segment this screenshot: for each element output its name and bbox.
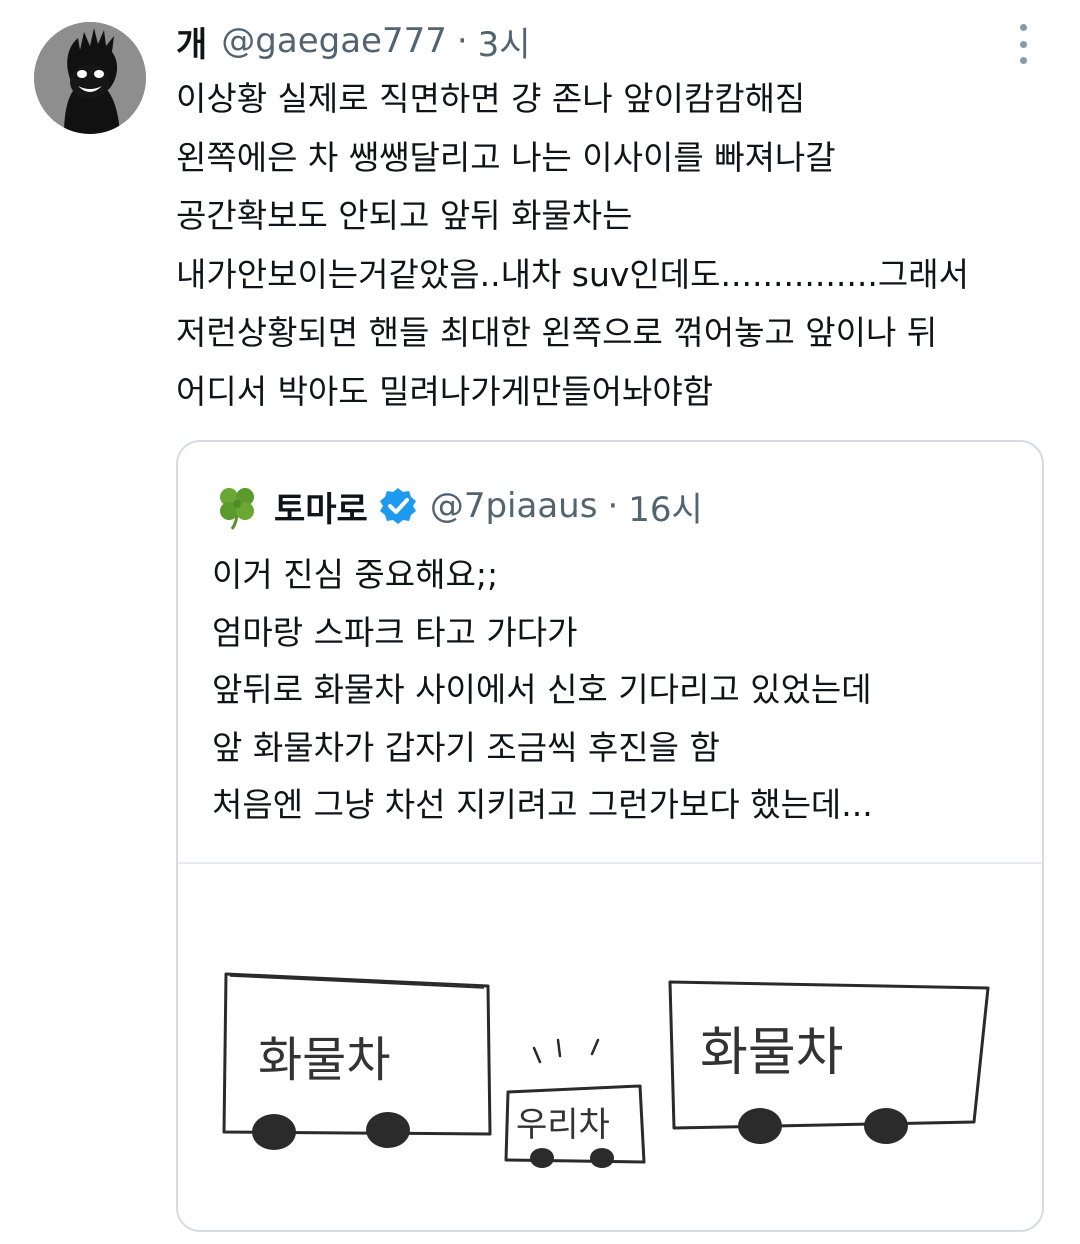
tweet-text-line: 내가안보이는거같았음..내차 suv인데도...............그래서	[176, 254, 969, 294]
four-leaf-clover-icon	[220, 488, 254, 530]
quoted-tweet-text: 이거 진심 중요해요;; 엄마랑 스파크 타고 가다가 앞뒤로 화물차 사이에서…	[212, 546, 1032, 834]
left-truck-label: 화물차	[258, 1032, 390, 1088]
tweet-text-line: 공간확보도 안되고 앞뒤 화물차는	[176, 196, 633, 236]
tweet-text-line: 이상황 실제로 직면하면 걍 존나 앞이캄캄해짐	[176, 79, 806, 118]
attached-drawing-image[interactable]: 화물차 우리차 화물차	[178, 864, 1044, 1232]
right-truck-drawing: 화물차	[668, 980, 990, 1144]
tweet-text-line: 어디서 박아도 밀려나가게만들어놔야함	[176, 371, 714, 411]
more-dot	[1019, 24, 1027, 31]
author-name[interactable]: 개	[176, 17, 207, 66]
more-dot	[1019, 57, 1027, 64]
separator-dot: ·	[607, 486, 619, 526]
avatar-image	[34, 22, 146, 134]
tweet-text: 이상황 실제로 직면하면 걍 존나 앞이캄캄해짐 왼쪽에은 차 쌩쌩달리고 나는…	[176, 70, 1056, 422]
tweet-header: 개 @gaegae777 · 3시	[176, 16, 531, 66]
quoted-author-handle[interactable]: @7piaaus	[430, 486, 598, 526]
quoted-author-name[interactable]: 토마로	[274, 482, 368, 531]
quoted-text-line: 처음엔 그냥 차선 지키려고 그런가보다 했는데...	[212, 785, 873, 824]
tweet-timestamp[interactable]: 3시	[478, 17, 531, 66]
author-handle[interactable]: @gaegae777	[221, 21, 447, 61]
verified-badge-icon	[379, 488, 416, 524]
quoted-tweet-header: 토마로 @7piaaus · 16시	[214, 476, 703, 536]
more-vertical-icon[interactable]	[1008, 24, 1038, 64]
our-car-drawing: 우리차	[504, 1038, 646, 1168]
separator-dot: ·	[456, 21, 468, 61]
tweet-text-line: 왼쪽에은 차 쌩쌩달리고 나는 이사이를 빠져나갈	[176, 137, 836, 177]
quoted-text-line: 엄마랑 스파크 타고 가다가	[212, 612, 578, 652]
quoted-tweet-timestamp[interactable]: 16시	[628, 482, 703, 531]
left-truck-drawing: 화물차	[222, 972, 492, 1150]
quoted-tweet-card[interactable]: 토마로 @7piaaus · 16시 이거 진심 중요해요;; 엄마랑 스파크 …	[176, 440, 1044, 1232]
more-dot	[1019, 40, 1027, 48]
quoted-text-line: 이거 진심 중요해요;;	[212, 555, 499, 594]
author-avatar[interactable]	[34, 22, 146, 134]
our-car-label: 우리차	[516, 1105, 610, 1145]
tweet-text-line: 저런상황되면 핸들 최대한 왼쪽으로 꺾어놓고 앞이나 뒤	[176, 313, 938, 353]
quoted-text-line: 앞 화물차가 갑자기 조금씩 후진을 함	[212, 727, 720, 767]
right-truck-label: 화물차	[700, 1023, 844, 1083]
quoted-text-line: 앞뒤로 화물차 사이에서 신호 기다리고 있었는데	[212, 670, 872, 709]
